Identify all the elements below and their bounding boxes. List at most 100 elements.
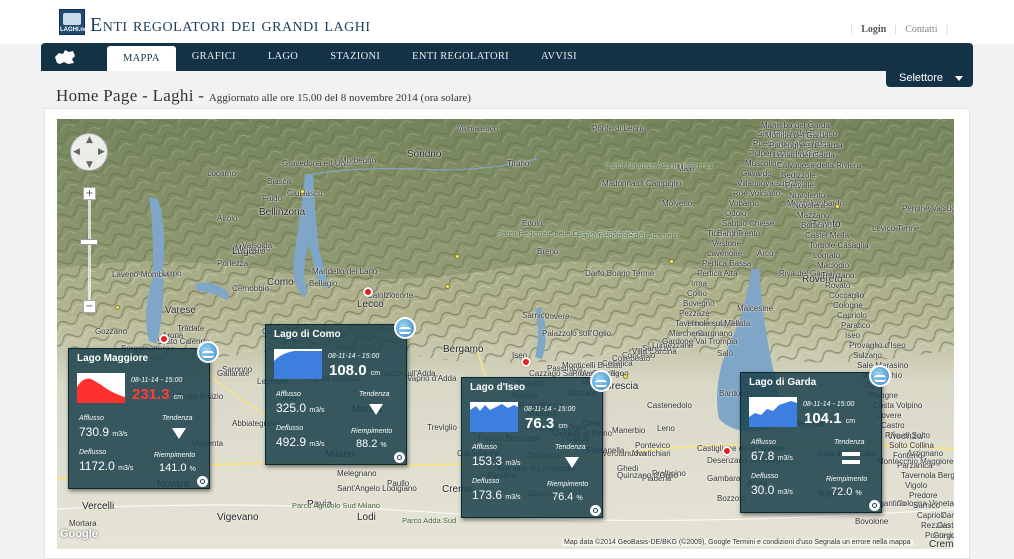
lake-level: 108.0 cm bbox=[329, 362, 381, 379]
zoom-slider-track[interactable] bbox=[88, 190, 91, 312]
tab-lago[interactable]: LAGO bbox=[252, 43, 314, 71]
place-label: Castenedolo bbox=[647, 401, 692, 410]
tab-grafici[interactable]: GRAFICI bbox=[176, 43, 252, 71]
place-label: Gallarate bbox=[217, 369, 250, 378]
outflow-label: Deflusso bbox=[276, 425, 304, 432]
pan-right-icon[interactable]: ▶ bbox=[98, 147, 105, 157]
selettore-dropdown[interactable]: Selettore bbox=[886, 70, 973, 87]
lake-marker-1[interactable] bbox=[363, 287, 373, 297]
place-label: Rovato bbox=[825, 281, 851, 290]
water-globe-icon[interactable] bbox=[869, 365, 891, 387]
place-label: Bellinzona bbox=[259, 207, 306, 218]
place-label: Gorgonzola bbox=[933, 531, 954, 540]
place-label: Parco Adda Sud bbox=[402, 516, 457, 525]
fill-label: Riempimento bbox=[826, 476, 868, 483]
lake-panel[interactable]: Lago di Garda 08-11-14 - 15:00 104.1 cm … bbox=[740, 365, 891, 513]
water-globe-icon[interactable] bbox=[394, 317, 416, 339]
place-label: Botticino bbox=[801, 221, 832, 230]
place-label: Coccaglio bbox=[829, 291, 865, 300]
place-label: Fonteno bbox=[893, 451, 923, 460]
page-subtitle: Aggiornato alle ore 15.00 del 8 novembre… bbox=[208, 92, 471, 104]
place-label: Tradate bbox=[177, 324, 205, 333]
pan-left-icon[interactable]: ◀ bbox=[73, 147, 80, 157]
town-dot bbox=[300, 189, 305, 194]
zoom-lens-icon[interactable] bbox=[394, 452, 405, 463]
place-label: Mazzano bbox=[797, 211, 830, 220]
lake-name: Lago di Como bbox=[274, 329, 341, 340]
place-label: Castiglione bbox=[937, 521, 954, 530]
place-label: Gambara bbox=[707, 474, 741, 483]
site-logo[interactable]: LAGHI.net bbox=[59, 9, 90, 35]
inflow-label: Afflusso bbox=[751, 439, 776, 446]
zoom-lens-icon[interactable] bbox=[590, 505, 601, 516]
lake-datetime: 08-11-14 - 15:00 bbox=[131, 377, 183, 384]
zoom-in-button[interactable]: + bbox=[83, 187, 96, 200]
lake-marker-2[interactable] bbox=[521, 357, 531, 367]
lake-panel[interactable]: Lago Maggiore 08-11-14 - 15:00 231.3 cm … bbox=[68, 341, 219, 489]
place-label: Bovolone bbox=[855, 517, 889, 526]
place-label: Parzanica bbox=[897, 461, 933, 470]
site-title: Enti regolatori dei grandi laghi bbox=[90, 14, 371, 36]
place-label: Prevalle bbox=[785, 181, 814, 190]
login-link[interactable]: Login bbox=[861, 24, 886, 35]
water-globe-icon[interactable] bbox=[197, 341, 219, 363]
place-label: Paullo bbox=[387, 479, 410, 488]
tab-stazioni[interactable]: STAZIONI bbox=[314, 43, 396, 71]
place-label: Varese bbox=[165, 305, 196, 316]
google-logo[interactable]: Google bbox=[60, 528, 98, 540]
level-sparkline bbox=[77, 373, 125, 403]
place-label: Riva di Solto bbox=[885, 431, 930, 440]
place-label: Arco bbox=[757, 249, 774, 258]
town-dot bbox=[835, 204, 840, 209]
lake-marker-3[interactable] bbox=[722, 446, 732, 456]
trend-label: Tendenza bbox=[555, 444, 586, 451]
fill-label: Riempimento bbox=[351, 428, 393, 435]
place-label: Morbegno bbox=[340, 156, 377, 165]
place-label: Locarno bbox=[207, 169, 236, 178]
place-label: Como bbox=[267, 277, 294, 288]
place-label: Vercelli bbox=[82, 501, 115, 512]
level-sparkline bbox=[274, 349, 322, 379]
inflow-label: Afflusso bbox=[276, 391, 301, 398]
place-label: Sarnico bbox=[913, 501, 941, 510]
main-nav: MAPPA GRAFICI LAGO STAZIONI ENTI REGOLATORI A… bbox=[41, 43, 973, 71]
pan-up-icon[interactable]: ▲ bbox=[86, 135, 93, 145]
place-label: Predore bbox=[909, 491, 938, 500]
map-pan-control[interactable]: ▲ ▼ ◀ ▶ bbox=[70, 133, 108, 171]
tab-avvisi[interactable]: AVVISI bbox=[525, 43, 593, 71]
zoom-slider-handle[interactable] bbox=[80, 239, 98, 245]
lake-panel[interactable]: Lago di Como 08-11-14 - 15:00 108.0 cm A… bbox=[265, 317, 416, 465]
lake-panel[interactable]: Lago d'Iseo 08-11-14 - 15:00 76.3 cm Aff… bbox=[461, 370, 612, 518]
fill-value: 141.0 % bbox=[159, 462, 196, 474]
place-label: Lodi bbox=[357, 512, 376, 523]
trend-down-icon bbox=[369, 404, 383, 415]
place-label: Roè Volciano bbox=[733, 189, 781, 198]
place-label: Quinzano d'Oglio bbox=[617, 471, 679, 480]
place-label: Castel Mella bbox=[805, 231, 850, 240]
map-attribution[interactable]: Map data ©2014 GeoBasis-DE/BKG (©2009), … bbox=[562, 539, 913, 546]
tab-enti-regolatori[interactable]: ENTI REGOLATORI bbox=[396, 43, 525, 71]
zoom-lens-icon[interactable] bbox=[869, 500, 880, 511]
lombardia-home-icon[interactable] bbox=[51, 47, 79, 67]
outflow-value: 173.6 m3/s bbox=[472, 488, 521, 502]
place-label: Torbole Casaglia bbox=[809, 241, 869, 250]
place-label: Biasca bbox=[267, 177, 292, 186]
town-dot bbox=[445, 284, 450, 289]
place-label: Tavernole sul Mella bbox=[675, 319, 744, 328]
logo-text: LAGHI.net bbox=[60, 27, 90, 33]
fill-value: 72.0 % bbox=[831, 486, 862, 498]
place-label: Valsolda bbox=[242, 241, 273, 250]
place-label: Parco Regionale dell'Adamello bbox=[577, 231, 679, 240]
pan-down-icon[interactable]: ▼ bbox=[86, 160, 93, 170]
water-globe-icon[interactable] bbox=[590, 370, 612, 392]
place-label: Parco Agricolo Sud Milano bbox=[292, 501, 380, 510]
place-label: Sabbio Chiese bbox=[722, 219, 775, 228]
fill-label: Riempimento bbox=[154, 452, 196, 459]
lake-marker-0[interactable] bbox=[159, 334, 169, 344]
contatti-link[interactable]: Contatti bbox=[905, 24, 937, 35]
zoom-out-button[interactable]: − bbox=[83, 300, 96, 313]
place-label: Cernobbio bbox=[232, 284, 269, 293]
chevron-down-icon bbox=[955, 76, 963, 81]
tab-mappa[interactable]: MAPPA bbox=[107, 46, 176, 71]
zoom-lens-icon[interactable] bbox=[197, 476, 208, 487]
